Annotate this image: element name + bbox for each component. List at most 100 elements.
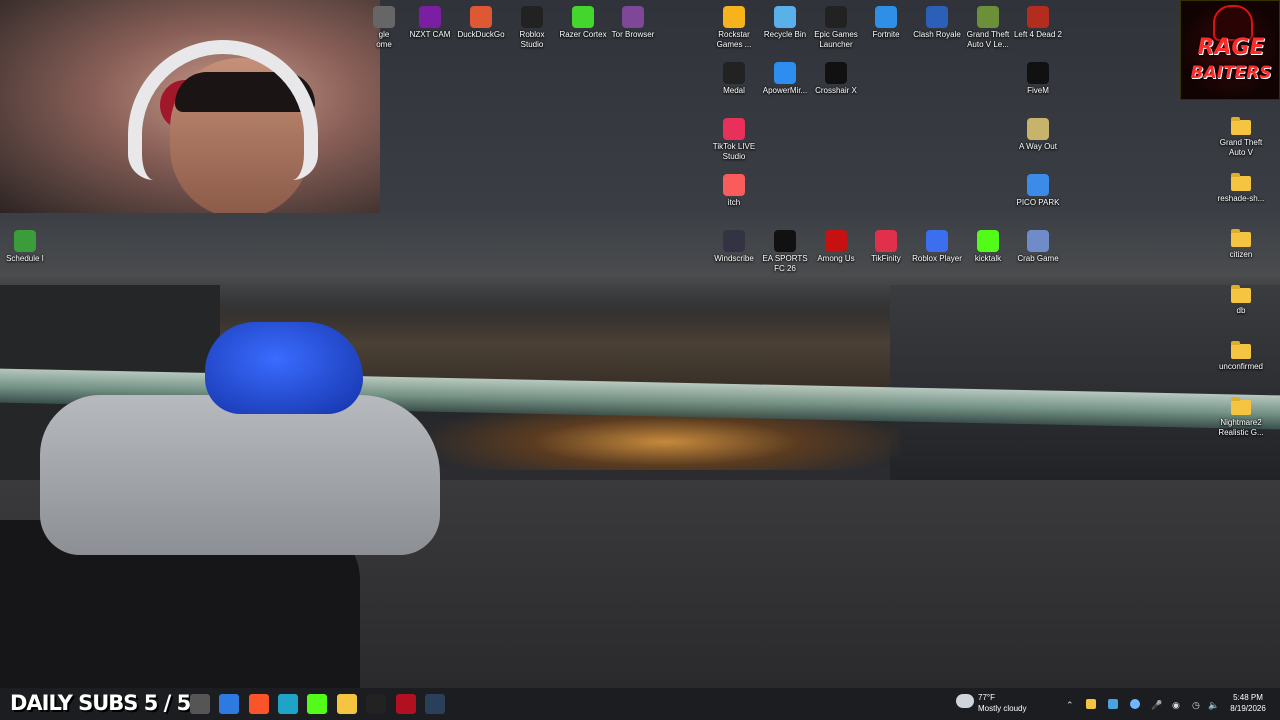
tray-app-icon[interactable] [1108, 699, 1118, 709]
file-explorer-icon[interactable] [337, 694, 357, 714]
fivem-icon [1027, 62, 1049, 84]
desktop-shortcut[interactable]: FiveM [1010, 62, 1066, 96]
shortcut-label: DuckDuckGo [457, 30, 505, 39]
desktop-folder[interactable]: Grand Theft Auto V [1213, 116, 1269, 158]
desktop-shortcut[interactable]: PICO PARK [1010, 174, 1066, 208]
desktop-shortcut[interactable]: Windscribe [706, 230, 762, 264]
desktop-shortcut[interactable]: Epic Games Launcher [808, 6, 864, 50]
tray-app-icon[interactable] [1130, 699, 1140, 709]
microphone-icon[interactable]: 🎤 [1151, 700, 1162, 711]
desktop-shortcut[interactable]: Medal [706, 62, 762, 96]
desktop-shortcut[interactable]: Schedule I [0, 230, 53, 264]
desktop-shortcut[interactable]: Fortnite [858, 6, 914, 40]
weather-desc: Mostly cloudy [978, 704, 1027, 713]
brave-icon[interactable] [249, 694, 269, 714]
cloud-icon [956, 694, 974, 708]
streamer-headphones [128, 40, 318, 180]
daily-subs-overlay: DAILY SUBS 5 / 5 [10, 691, 191, 715]
wifi-icon[interactable]: ◷ [1192, 700, 1200, 711]
folder-label: Nightmare2 Realistic G... [1218, 418, 1264, 437]
desktop-shortcut[interactable]: Roblox Player [909, 230, 965, 264]
shortcut-label: ApowerMir... [762, 86, 808, 95]
shortcut-label: Roblox Studio [519, 30, 545, 49]
desktop-folder[interactable]: citizen [1213, 228, 1269, 260]
crab-game-icon [1027, 230, 1049, 252]
fivem-taskbar-icon[interactable] [366, 694, 386, 714]
app-red-icon[interactable] [396, 694, 416, 714]
clock[interactable]: 5:48 PM 8/19/2026 [1222, 692, 1274, 714]
folder-label: citizen [1229, 250, 1253, 259]
desktop-shortcut[interactable]: TikTok LIVE Studio [706, 118, 762, 162]
desktop-folder[interactable]: reshade-sh... [1213, 172, 1269, 204]
apowermirror-icon [774, 62, 796, 84]
desktop-shortcut[interactable]: EA SPORTS FC 26 [757, 230, 813, 274]
logo-text-baiters: BAITERS [1190, 63, 1272, 83]
desktop-shortcut[interactable]: Razer Cortex [555, 6, 611, 40]
epic-games-icon [825, 6, 847, 28]
recycle-bin-icon [774, 6, 796, 28]
folder-label: db [1236, 306, 1246, 315]
windscribe-icon [723, 230, 745, 252]
shortcut-label: Epic Games Launcher [814, 30, 858, 49]
shortcut-label: Razer Cortex [559, 30, 607, 39]
desktop-shortcut[interactable]: NZXT CAM [402, 6, 458, 40]
steam-icon[interactable] [425, 694, 445, 714]
desktop-shortcut[interactable]: Left 4 Dead 2 [1010, 6, 1066, 40]
shortcut-label: EA SPORTS FC 26 [762, 254, 808, 273]
schedule-one-icon [14, 230, 36, 252]
desktop-shortcut[interactable]: Among Us [808, 230, 864, 264]
desktop-shortcut[interactable]: Crab Game [1010, 230, 1066, 264]
desktop-shortcut[interactable]: Recycle Bin [757, 6, 813, 40]
tikfinity-icon [875, 230, 897, 252]
desktop-shortcut[interactable]: Clash Royale [909, 6, 965, 40]
desktop-shortcut[interactable]: Rockstar Games ... [706, 6, 762, 50]
folder-label: reshade-sh... [1217, 194, 1265, 203]
roblox-player-icon [926, 230, 948, 252]
shortcut-label: Medal [723, 86, 745, 95]
edge-icon[interactable] [278, 694, 298, 714]
desktop-shortcut[interactable]: Crosshair X [808, 62, 864, 96]
gta-v-icon [977, 6, 999, 28]
a-way-out-icon [1027, 118, 1049, 140]
folder-icon [1231, 285, 1251, 303]
shortcut-label: Tor Browser [611, 30, 655, 39]
shortcut-label: FiveM [1027, 86, 1049, 95]
chevron-up-icon[interactable]: ⌃ [1066, 700, 1074, 711]
shortcut-label: TikTok LIVE Studio [712, 142, 756, 161]
volume-icon[interactable]: 🔈 [1208, 700, 1219, 711]
desktop-shortcut[interactable]: Tor Browser [605, 6, 661, 40]
desktop-shortcut[interactable]: Grand Theft Auto V Le... [960, 6, 1016, 50]
rage-baiters-logo: RAGE BAITERS [1180, 0, 1280, 100]
desktop-shortcut[interactable]: itch [706, 174, 762, 208]
desktop-shortcut[interactable]: ApowerMir... [757, 62, 813, 96]
desktop-folder[interactable]: db [1213, 284, 1269, 316]
desktop-shortcut[interactable]: DuckDuckGo [453, 6, 509, 40]
network-icon[interactable]: ◉ [1172, 700, 1180, 711]
clock-date: 8/19/2026 [1230, 704, 1266, 713]
shortcut-label: Clash Royale [913, 30, 961, 39]
desktop-shortcut[interactable]: Roblox Studio [504, 6, 560, 50]
desktop-folder[interactable]: Nightmare2 Realistic G... [1213, 396, 1269, 438]
shortcut-label: Fortnite [872, 30, 900, 39]
folder-label: Grand Theft Auto V [1219, 138, 1263, 157]
desktop-shortcut[interactable]: TikFinity [858, 230, 914, 264]
desktop-shortcut[interactable]: A Way Out [1010, 118, 1066, 152]
shortcut-label: Grand Theft Auto V Le... [966, 30, 1010, 49]
app-icon[interactable] [219, 694, 239, 714]
desktop-folder[interactable]: unconfirmed [1213, 340, 1269, 372]
desktop-shortcut[interactable]: kicktalk [960, 230, 1016, 264]
clash-royale-icon [926, 6, 948, 28]
kick-icon[interactable] [307, 694, 327, 714]
person-torso [40, 395, 440, 555]
tray-app-icon[interactable] [1086, 699, 1096, 709]
shortcut-label: Left 4 Dead 2 [1013, 30, 1063, 39]
shortcut-label: NZXT CAM [409, 30, 451, 39]
shortcut-label: PICO PARK [1016, 198, 1060, 207]
task-view-icon[interactable] [190, 694, 210, 714]
person-ski-mask [205, 322, 363, 414]
roblox-studio-icon [521, 6, 543, 28]
shortcut-label: Among Us [817, 254, 855, 263]
folder-icon [1231, 229, 1251, 247]
duckduckgo-icon [470, 6, 492, 28]
among-us-icon [825, 230, 847, 252]
